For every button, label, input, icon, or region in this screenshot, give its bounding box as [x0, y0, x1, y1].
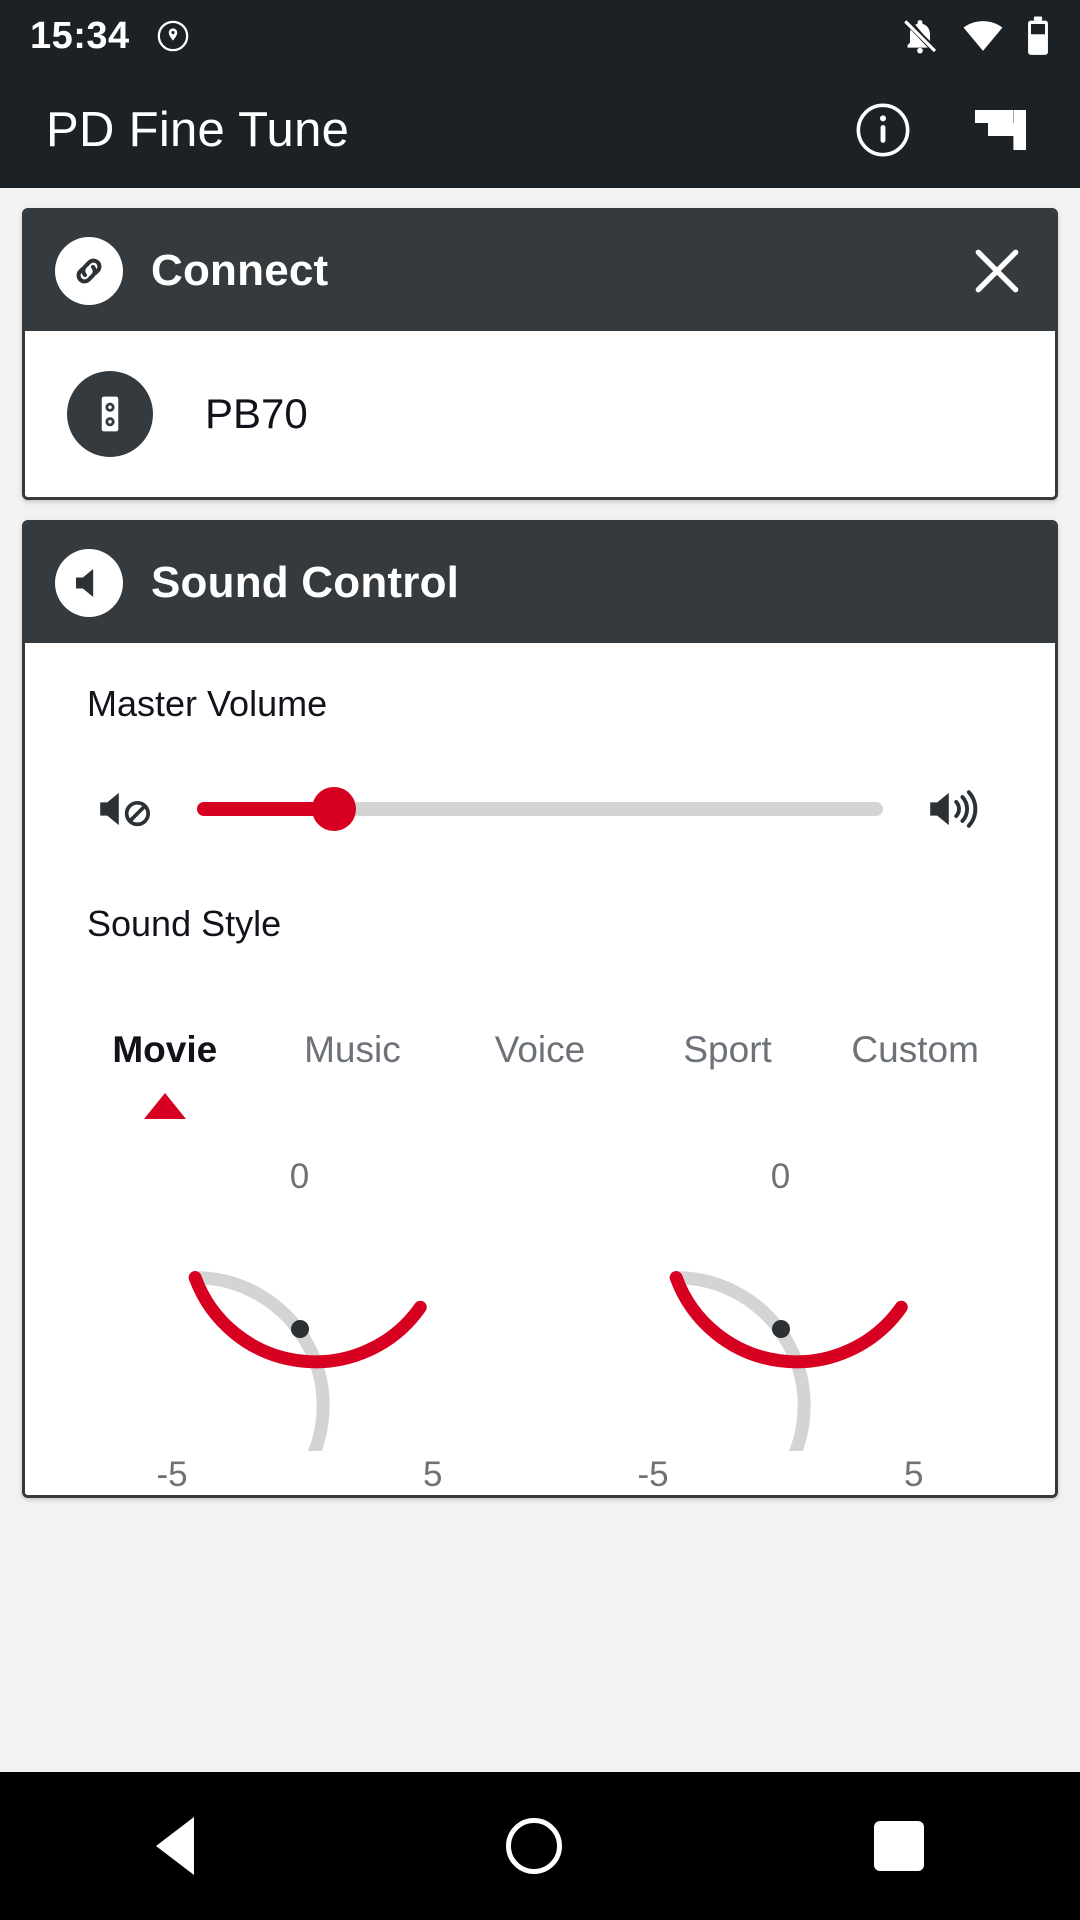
gauge-scale: -5 5 — [157, 1455, 443, 1495]
info-icon[interactable] — [854, 101, 912, 159]
master-volume-label: Master Volume — [87, 683, 328, 724]
tab-indicator-cell — [446, 1093, 634, 1119]
sound-style-tab-indicator-row — [25, 1093, 1055, 1119]
tab-indicator-cell — [71, 1093, 259, 1119]
tab-indicator-cell — [821, 1093, 1009, 1119]
app-bar-actions — [854, 101, 1034, 159]
gauge-center-dot — [290, 1320, 309, 1338]
app-screen: 15:34 PD Fine Tune Connect PB70 Sound Co… — [0, 0, 1080, 1920]
tab-indicator-cell — [634, 1093, 822, 1119]
master-volume-row — [25, 725, 1055, 837]
gauge-scale: -5 5 — [638, 1455, 924, 1495]
eq-gauge[interactable]: 0 -5 5 — [59, 1157, 540, 1495]
gauge-value: 0 — [770, 1157, 791, 1196]
tab-custom[interactable]: Custom — [821, 1029, 1009, 1071]
volume-mute-icon[interactable] — [87, 784, 163, 834]
connect-card-header: Connect — [25, 211, 1055, 331]
notifications-off-icon — [904, 19, 938, 54]
gauge-min-label: -5 — [156, 1455, 188, 1494]
location-shield-icon — [157, 20, 189, 52]
gauge-max-label: 5 — [423, 1455, 443, 1494]
link-icon — [55, 237, 123, 305]
eq-gauge[interactable]: 0 -5 5 — [540, 1157, 1021, 1495]
close-icon[interactable] — [969, 243, 1025, 299]
recents-nav-button[interactable] — [874, 1821, 924, 1871]
system-nav-bar — [0, 1772, 1080, 1920]
sound-style-tabs: Movie Music Voice Sport Custom — [25, 1029, 1055, 1071]
connect-card: Connect PB70 — [22, 208, 1058, 500]
volume-icon — [55, 549, 123, 617]
back-nav-button[interactable] — [156, 1817, 194, 1875]
connect-card-title: Connect — [151, 246, 329, 295]
tab-voice[interactable]: Voice — [446, 1029, 634, 1071]
gauge-center-dot — [771, 1320, 790, 1338]
sound-control-card-body: Master Volume Sound Style Movie Music Vo… — [25, 643, 1055, 1495]
tab-music[interactable]: Music — [259, 1029, 447, 1071]
tab-indicator-cell — [259, 1093, 447, 1119]
gauge-arc — [669, 1271, 908, 1451]
eq-gauges: 0 -5 5 0 -5 5 — [25, 1157, 1055, 1495]
wifi-icon — [963, 21, 1003, 51]
status-time: 15:34 — [30, 14, 130, 57]
gauge-min-label: -5 — [637, 1455, 669, 1494]
triangle-up-indicator-icon — [143, 1093, 186, 1119]
status-left-icons — [156, 19, 190, 53]
device-name: PB70 — [205, 390, 308, 437]
volume-up-icon[interactable] — [917, 784, 993, 834]
status-right-icons — [900, 15, 1050, 57]
flag-icon[interactable] — [972, 104, 1034, 156]
sound-control-card-header: Sound Control — [25, 523, 1055, 643]
tab-movie[interactable]: Movie — [71, 1029, 259, 1071]
tab-sport[interactable]: Sport — [634, 1029, 822, 1071]
speaker-icon — [67, 371, 153, 457]
gauge-value: 0 — [289, 1157, 310, 1196]
slider-thumb[interactable] — [312, 787, 357, 831]
device-list-item[interactable]: PB70 — [25, 331, 1055, 497]
gauge-max-label: 5 — [904, 1455, 924, 1494]
connect-card-body: PB70 — [25, 331, 1055, 497]
sound-control-card: Sound Control Master Volume Sound Style … — [22, 520, 1058, 1498]
app-bar: PD Fine Tune — [0, 72, 1080, 188]
sound-style-label: Sound Style — [87, 903, 282, 944]
gauge-arc — [188, 1271, 427, 1451]
home-nav-button[interactable] — [506, 1818, 562, 1874]
page-title: PD Fine Tune — [46, 103, 350, 157]
master-volume-slider[interactable] — [197, 781, 883, 837]
status-bar: 15:34 — [0, 0, 1080, 72]
sound-control-card-title: Sound Control — [151, 558, 460, 607]
battery-icon — [1028, 16, 1048, 55]
